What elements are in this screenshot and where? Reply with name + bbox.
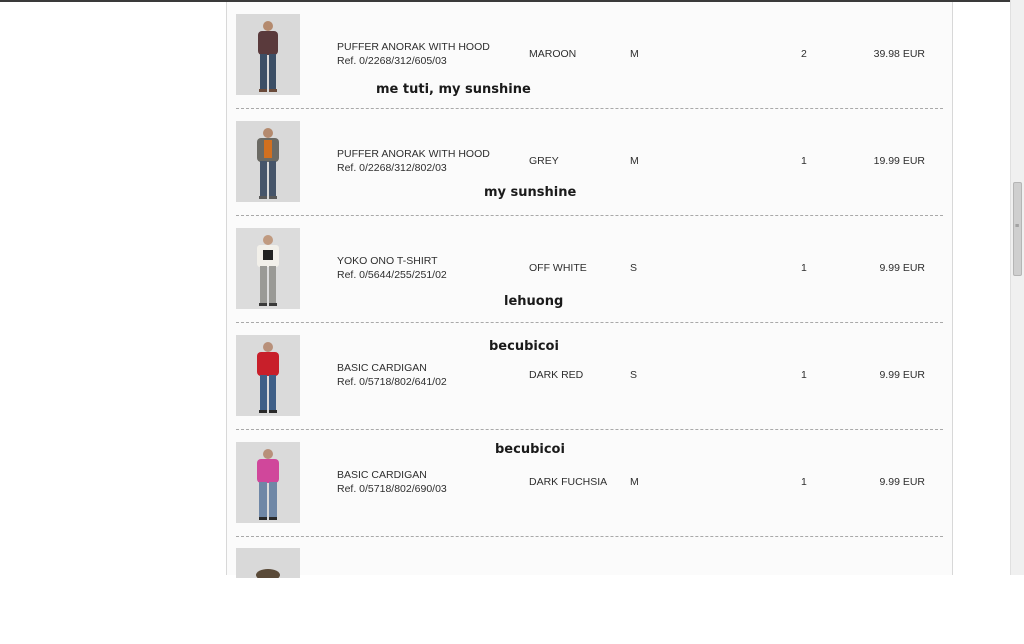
item-color: OFF WHITE bbox=[529, 262, 587, 274]
item-quantity: 1 bbox=[801, 369, 807, 381]
item-quantity: 1 bbox=[801, 262, 807, 274]
product-thumbnail[interactable] bbox=[236, 548, 300, 578]
product-info: BASIC CARDIGAN Ref. 0/5718/802/641/02 bbox=[337, 362, 447, 389]
item-size: M bbox=[630, 48, 639, 60]
product-thumbnail[interactable] bbox=[236, 442, 300, 523]
product-ref: Ref. 0/5644/255/251/02 bbox=[337, 268, 447, 281]
product-name[interactable]: BASIC CARDIGAN bbox=[337, 362, 447, 376]
handwritten-note: lehuong bbox=[504, 294, 564, 309]
item-price: 39.98 EUR bbox=[873, 48, 925, 60]
product-name[interactable]: PUFFER ANORAK WITH HOOD bbox=[337, 41, 490, 55]
product-ref: Ref. 0/5718/802/690/03 bbox=[337, 482, 447, 495]
product-thumbnail[interactable] bbox=[236, 335, 300, 416]
product-thumbnail[interactable] bbox=[236, 228, 300, 309]
order-items-panel: PUFFER ANORAK WITH HOOD Ref. 0/2268/312/… bbox=[226, 2, 953, 578]
product-name[interactable]: BASIC CARDIGAN bbox=[337, 469, 447, 483]
order-item-row: BASIC CARDIGAN Ref. 0/5718/802/690/03 DA… bbox=[236, 430, 943, 537]
item-color: DARK RED bbox=[529, 369, 584, 381]
item-quantity: 2 bbox=[801, 48, 807, 60]
order-item-row: PUFFER ANORAK WITH HOOD Ref. 0/2268/312/… bbox=[236, 109, 943, 216]
product-info: BASIC CARDIGAN Ref. 0/5718/802/690/03 bbox=[337, 469, 447, 496]
product-ref: Ref. 0/5718/802/641/02 bbox=[337, 375, 447, 388]
item-size: M bbox=[630, 476, 639, 488]
product-info: PUFFER ANORAK WITH HOOD Ref. 0/2268/312/… bbox=[337, 148, 490, 175]
grip-icon: ≡ bbox=[1015, 223, 1020, 230]
item-size: S bbox=[630, 262, 638, 274]
scrollbar-thumb[interactable]: ≡ bbox=[1013, 182, 1022, 276]
item-price: 19.99 EUR bbox=[873, 155, 925, 167]
item-size: S bbox=[630, 369, 638, 381]
handwritten-note: my sunshine bbox=[484, 185, 577, 200]
item-price: 9.99 EUR bbox=[879, 262, 925, 274]
product-ref: Ref. 0/2268/312/605/03 bbox=[337, 54, 447, 67]
order-item-row-partial bbox=[236, 537, 943, 644]
item-price: 9.99 EUR bbox=[879, 476, 925, 488]
product-name[interactable]: YOKO ONO T-SHIRT bbox=[337, 255, 447, 269]
item-quantity: 1 bbox=[801, 155, 807, 167]
handwritten-note: me tuti, my sunshine bbox=[376, 82, 531, 97]
handwritten-note: becubicoi bbox=[489, 339, 559, 354]
product-thumbnail[interactable] bbox=[236, 14, 300, 95]
order-item-row: PUFFER ANORAK WITH HOOD Ref. 0/2268/312/… bbox=[236, 2, 943, 109]
item-color: GREY bbox=[529, 155, 559, 167]
product-info: YOKO ONO T-SHIRT Ref. 0/5644/255/251/02 bbox=[337, 255, 447, 282]
product-name[interactable]: PUFFER ANORAK WITH HOOD bbox=[337, 148, 490, 162]
item-quantity: 1 bbox=[801, 476, 807, 488]
vertical-scrollbar[interactable]: ≡ bbox=[1010, 0, 1024, 575]
product-thumbnail[interactable] bbox=[236, 121, 300, 202]
order-item-row: BASIC CARDIGAN Ref. 0/5718/802/641/02 DA… bbox=[236, 323, 943, 430]
order-item-row: YOKO ONO T-SHIRT Ref. 0/5644/255/251/02 … bbox=[236, 216, 943, 323]
item-color: DARK FUCHSIA bbox=[529, 476, 608, 488]
item-color: MAROON bbox=[529, 48, 577, 60]
item-price: 9.99 EUR bbox=[879, 369, 925, 381]
product-ref: Ref. 0/2268/312/802/03 bbox=[337, 161, 447, 174]
item-size: M bbox=[630, 155, 639, 167]
product-info: PUFFER ANORAK WITH HOOD Ref. 0/2268/312/… bbox=[337, 41, 490, 68]
handwritten-note: becubicoi bbox=[495, 442, 565, 457]
